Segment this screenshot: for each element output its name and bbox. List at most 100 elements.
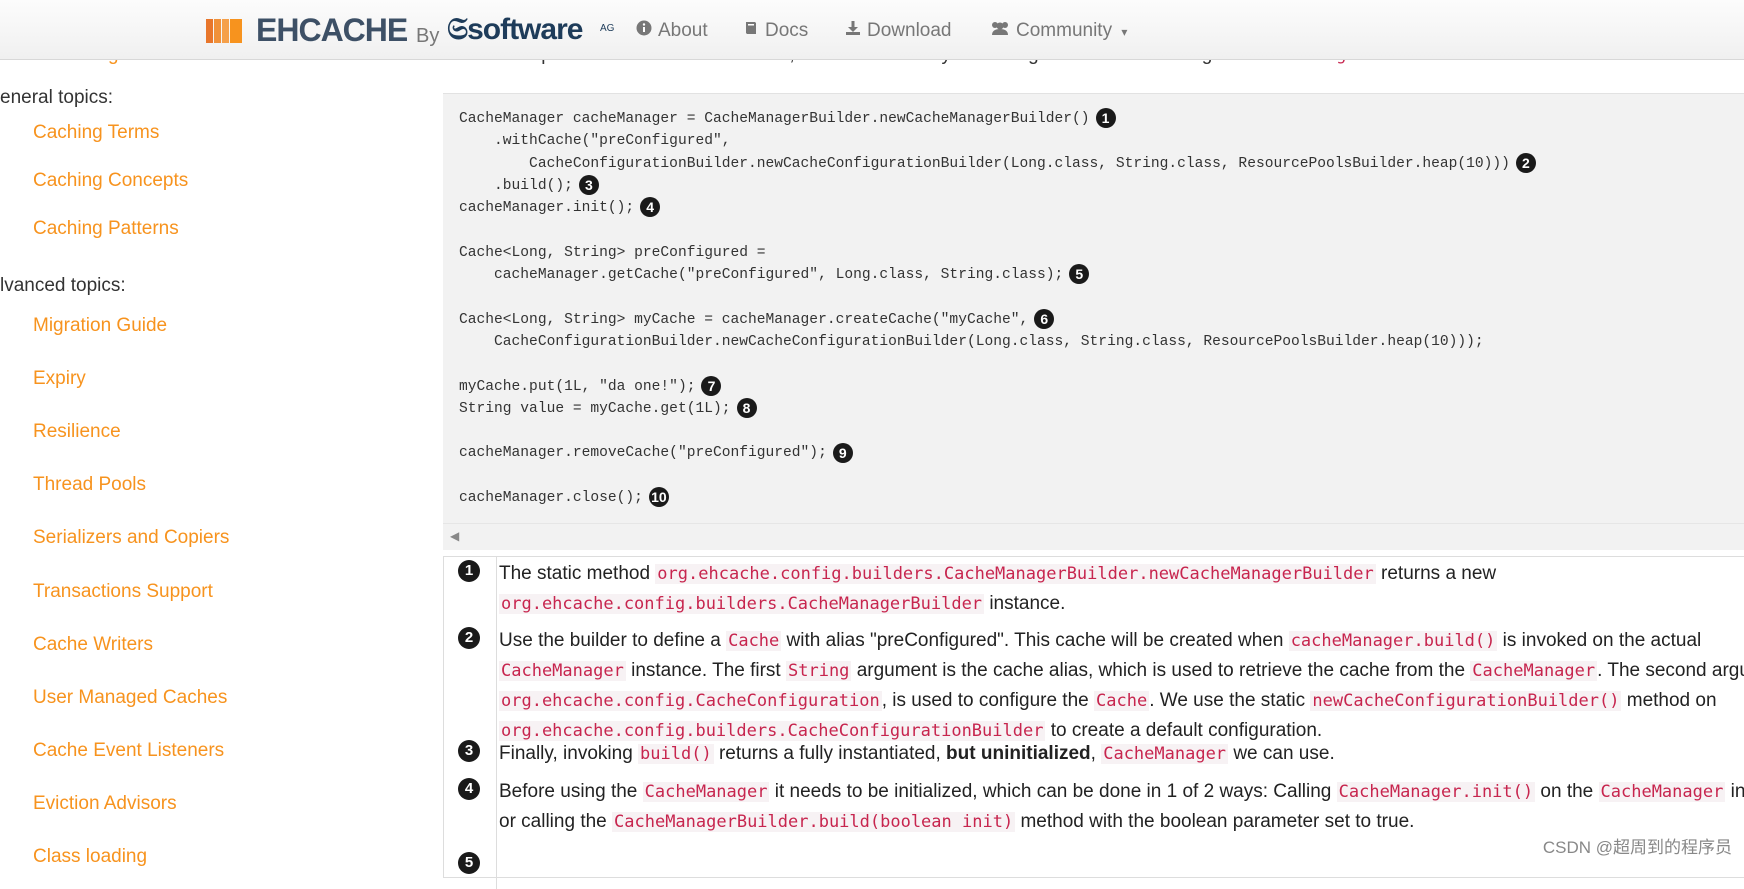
inline-code: CacheManager bbox=[499, 661, 626, 681]
code-listing: CacheManager cacheManager = CacheManager… bbox=[443, 93, 1744, 524]
callout-marker: 6 bbox=[1034, 308, 1055, 329]
callout-text-run: method on bbox=[1621, 690, 1717, 711]
callout-divider bbox=[496, 737, 497, 775]
callout-number: 4 bbox=[458, 778, 480, 800]
callout-marker: 3 bbox=[578, 175, 599, 196]
callout-list: 1 The static method org.ehcache.config.bu… bbox=[443, 556, 1744, 889]
callout-item: 2 Use the builder to define a Cache with … bbox=[444, 624, 1744, 741]
callout-marker: 4 bbox=[640, 197, 661, 218]
sidebar-link[interactable]: Resilience bbox=[33, 421, 121, 443]
inline-code: build() bbox=[638, 744, 714, 764]
callout-marker: 9 bbox=[832, 442, 853, 463]
emphasis: but uninitialized bbox=[946, 743, 1091, 764]
scroll-left-arrow-icon[interactable]: ◀ bbox=[450, 529, 459, 543]
callout-marker: 8 bbox=[736, 398, 757, 418]
inline-code: CacheManager bbox=[642, 782, 770, 802]
code-line: .withCache("preConfigured", bbox=[459, 133, 731, 150]
nav-about-label: About bbox=[658, 20, 708, 42]
code-line: CacheConfigurationBuilder.newCacheConfig… bbox=[459, 155, 1510, 172]
inline-code: Cache bbox=[726, 631, 782, 651]
callout-text-run: instance. bbox=[984, 593, 1066, 614]
callout-divider bbox=[496, 557, 497, 624]
callout-text-run: it needs to be initialized, which can be… bbox=[769, 781, 1337, 802]
callout-text-run: Before using the bbox=[499, 781, 643, 802]
sidebar-link[interactable]: Transactions Support bbox=[33, 581, 213, 603]
sidebar-heading-general: eneral topics: bbox=[0, 87, 114, 108]
brand-software[interactable]: 𝔖software bbox=[447, 13, 583, 47]
nav-community-dropdown[interactable]: Community ▾ bbox=[990, 20, 1127, 42]
sidebar-link[interactable]: Migration Guide bbox=[33, 315, 167, 337]
callout-text: Before using the CacheManager it needs t… bbox=[499, 777, 1744, 837]
sidebar-link[interactable]: User Managed Caches bbox=[33, 687, 227, 709]
sidebar-link[interactable]: Serializers and Copiers bbox=[33, 527, 229, 549]
inline-code: org.ehcache.config.builders.CacheManager… bbox=[655, 564, 1376, 584]
callout-text-run: instance. The first bbox=[625, 660, 786, 681]
top-navbar: EHCACHE By 𝔖software AG About Docs Downl… bbox=[0, 0, 1744, 60]
callout-text-run: argument is the cache alias, which is us… bbox=[851, 660, 1471, 681]
book-icon bbox=[743, 20, 759, 42]
code-line: String value = myCache.get(1L); bbox=[459, 400, 731, 417]
brand-ehcache[interactable]: EHCACHE bbox=[256, 12, 408, 49]
caret-down-icon: ▾ bbox=[1121, 25, 1128, 40]
watermark-text: CSDN @超周到的程序员 bbox=[1542, 838, 1732, 857]
inline-code: org.ehcache.config.CacheConfiguration bbox=[499, 691, 882, 711]
code-line: cacheManager.init(); bbox=[459, 200, 635, 217]
callout-number: 5 bbox=[458, 852, 480, 874]
callout-marker: 1 bbox=[1095, 108, 1116, 129]
callout-text-run: Finally, invoking bbox=[499, 743, 639, 764]
code-line: CacheConfigurationBuilder.newCacheConfig… bbox=[459, 333, 1484, 350]
nav-docs[interactable]: Docs bbox=[743, 20, 808, 42]
callout-item: 3 Finally, invoking build() returns a ful… bbox=[444, 737, 1744, 775]
code-text: CacheManager cacheManager = CacheManager… bbox=[459, 108, 1536, 509]
inline-code: Cache bbox=[1094, 691, 1150, 711]
sidebar-link[interactable]: Thread Pools bbox=[33, 474, 146, 496]
code-line: cacheManager.close(); bbox=[459, 490, 643, 507]
sidebar-link[interactable]: Caching Concepts bbox=[33, 170, 188, 192]
callout-marker: 2 bbox=[1515, 152, 1536, 173]
callout-text-run: is invoked on the actual bbox=[1497, 630, 1702, 651]
callout-text-run: The static method bbox=[499, 563, 656, 584]
code-horizontal-scrollbar[interactable]: ◀ bbox=[443, 523, 1744, 550]
callout-marker: 10 bbox=[648, 487, 669, 508]
inline-code: CacheManager.init() bbox=[1336, 782, 1536, 802]
callout-text-run: , is used to configure the bbox=[881, 690, 1094, 711]
callout-divider bbox=[496, 849, 497, 889]
sidebar-link[interactable]: Cache Writers bbox=[33, 634, 153, 656]
inline-code: CacheManager bbox=[1598, 782, 1726, 802]
inline-code: CacheManagerBuilder.build(boolean init) bbox=[612, 812, 1016, 832]
brand-by: By bbox=[416, 25, 440, 47]
sidebar-heading-advanced: lvanced topics: bbox=[0, 275, 126, 296]
nav-download[interactable]: Download bbox=[845, 20, 952, 42]
sidebar-link[interactable]: Caching Patterns bbox=[33, 218, 179, 240]
callout-text: Use the builder to define a Cache with a… bbox=[499, 626, 1744, 746]
callout-text-run: Use the builder to define a bbox=[499, 630, 727, 651]
sidebar-link[interactable]: Expiry bbox=[33, 368, 86, 390]
inline-code: cacheManager.build() bbox=[1288, 631, 1498, 651]
callout-text-run: we can use. bbox=[1228, 743, 1335, 764]
inline-code: newCacheConfigurationBuilder() bbox=[1310, 691, 1622, 711]
code-line: CacheManager cacheManager = CacheManager… bbox=[459, 111, 1090, 127]
ehcache-logo-icon[interactable] bbox=[206, 19, 242, 43]
code-line: myCache.put(1L, "da one!"); bbox=[459, 378, 696, 395]
code-line: cacheManager.removeCache("preConfigured"… bbox=[459, 445, 827, 462]
sidebar-link[interactable]: Eviction Advisors bbox=[33, 793, 177, 815]
nav-download-label: Download bbox=[867, 20, 952, 42]
callout-number: 3 bbox=[458, 740, 480, 762]
code-line: cacheManager.getCache("preConfigured", L… bbox=[459, 267, 1064, 284]
sidebar-link[interactable]: Cache Event Listeners bbox=[33, 740, 224, 762]
callout-divider bbox=[496, 624, 497, 737]
callout-text-run: on the bbox=[1535, 781, 1599, 802]
callout-text-run: method with the boolean parameter set to… bbox=[1015, 811, 1415, 832]
nav-about[interactable]: About bbox=[636, 20, 708, 42]
callout-text-run: insta bbox=[1730, 781, 1744, 802]
callout-marker: 7 bbox=[701, 375, 722, 396]
inline-code: CacheManager bbox=[1470, 661, 1598, 681]
inline-code: String bbox=[786, 661, 852, 681]
code-line: Cache<Long, String> preConfigured = bbox=[459, 244, 766, 261]
sidebar-link[interactable]: Class loading bbox=[33, 846, 147, 866]
download-icon bbox=[845, 20, 861, 42]
inline-code: org.ehcache.config.builders.CacheManager… bbox=[499, 594, 985, 614]
sidebar-link[interactable]: Caching Terms bbox=[33, 122, 159, 144]
callout-text: The static method org.ehcache.config.bui… bbox=[499, 559, 1744, 619]
callout-number: 2 bbox=[458, 627, 480, 649]
